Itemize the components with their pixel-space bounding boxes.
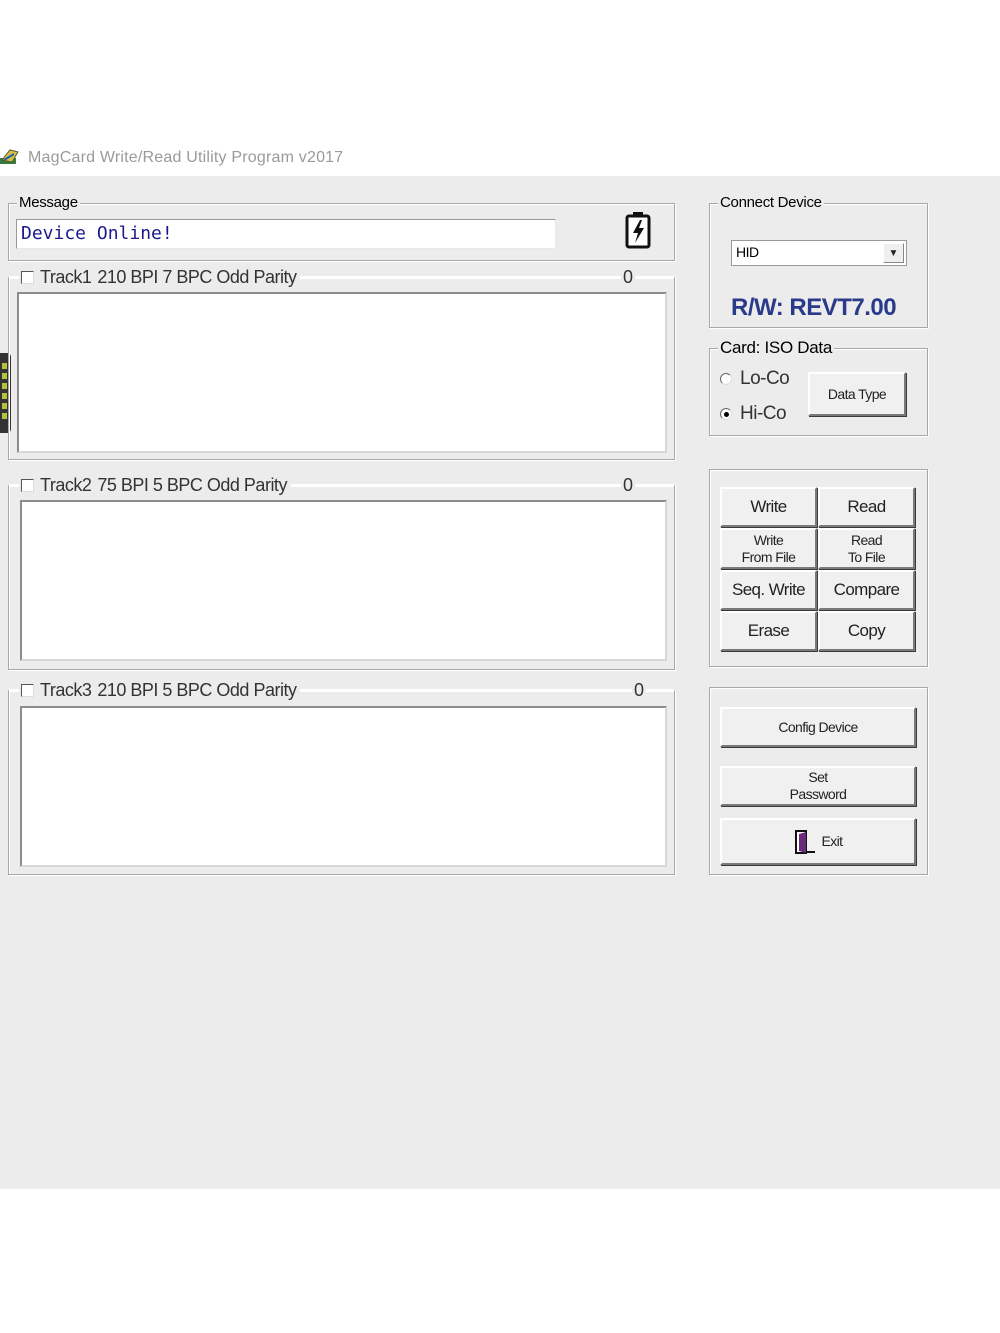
radio-hi-co-dot[interactable] <box>720 408 732 420</box>
track2-count: 0 <box>621 475 636 495</box>
radio-hi-co-label: Hi-Co <box>740 403 787 424</box>
exit-door-icon <box>794 829 815 854</box>
connect-device-legend: Connect Device <box>718 194 824 212</box>
track1-checkbox[interactable] <box>21 270 34 284</box>
track1-count: 0 <box>621 267 636 287</box>
erase-button[interactable]: Erase <box>720 611 817 651</box>
track2-spec: 75 BPI 5 BPC Odd Parity <box>97 475 287 495</box>
device-select[interactable]: HID <box>731 240 907 266</box>
track1-data-box[interactable] <box>17 292 667 453</box>
read-button[interactable]: Read <box>818 487 915 527</box>
track1-label: Track1 <box>40 267 92 287</box>
magcard-app-icon <box>0 149 19 164</box>
window-title: MagCard Write/Read Utility Program v2017 <box>28 149 344 166</box>
message-legend: Message <box>17 194 80 212</box>
reader-version: R/W: REVT7.00 <box>731 294 897 321</box>
track2-label: Track2 <box>40 475 92 495</box>
write-from-file-label: Write From File <box>741 531 796 565</box>
battery-icon <box>625 212 651 249</box>
config-device-button[interactable]: Config Device <box>720 707 916 747</box>
track3-checkbox[interactable] <box>21 683 34 697</box>
radio-lo-co-label: Lo-Co <box>740 368 790 389</box>
track1-legend: Track1 210 BPI 7 BPC Odd Parity <box>19 267 301 287</box>
radio-hi-co[interactable]: Hi-Co <box>720 403 787 425</box>
exit-button[interactable]: Exit <box>720 818 916 865</box>
seq-write-button[interactable]: Seq. Write <box>720 570 817 610</box>
data-type-button[interactable]: Data Type <box>808 372 906 416</box>
radio-lo-co[interactable]: Lo-Co <box>720 368 790 390</box>
set-password-button[interactable]: Set Password <box>720 766 916 806</box>
write-from-file-button[interactable]: Write From File <box>720 528 817 569</box>
track1-spec: 210 BPI 7 BPC Odd Parity <box>97 267 297 287</box>
track3-spec: 210 BPI 5 BPC Odd Parity <box>97 680 297 700</box>
compare-button[interactable]: Compare <box>818 570 915 610</box>
exit-label: Exit <box>821 833 844 849</box>
track3-count: 0 <box>632 680 647 700</box>
track3-label: Track3 <box>40 680 92 700</box>
track2-data-box[interactable] <box>20 500 667 661</box>
track3-legend: Track3 210 BPI 5 BPC Odd Parity <box>19 680 301 700</box>
card-iso-legend: Card: ISO Data <box>718 338 835 357</box>
radio-lo-co-dot[interactable] <box>720 373 732 385</box>
message-field: Device Online! <box>16 219 556 249</box>
track2-legend: Track2 75 BPI 5 BPC Odd Parity <box>19 475 291 495</box>
chevron-down-icon[interactable]: ▼ <box>883 243 904 263</box>
track2-checkbox[interactable] <box>21 478 34 492</box>
copy-button[interactable]: Copy <box>818 611 915 651</box>
read-to-file-label: Read To File <box>847 531 886 565</box>
set-password-label: Set Password <box>789 769 847 802</box>
read-to-file-button[interactable]: Read To File <box>818 528 915 569</box>
track3-data-box[interactable] <box>20 706 667 867</box>
write-button[interactable]: Write <box>720 487 817 527</box>
